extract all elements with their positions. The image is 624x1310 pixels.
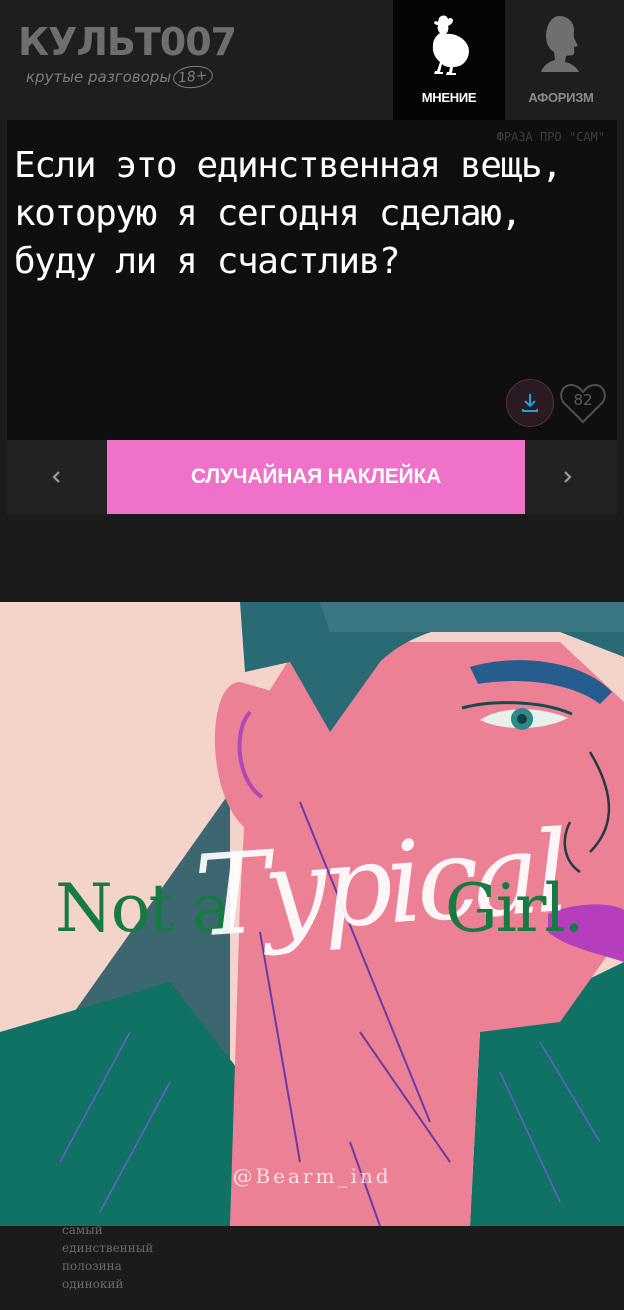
site-logo[interactable]: КУЛЬТ007 крутые разговоры 18+ — [18, 20, 237, 91]
tag-link[interactable]: одинокий — [62, 1275, 153, 1293]
download-icon — [522, 394, 538, 412]
logo-subtitle-text: крутые разговоры — [26, 68, 172, 86]
sticker-navigation: СЛУЧАЙНАЯ НАКЛЕЙКА — [7, 440, 617, 514]
like-count: 82 — [573, 391, 593, 409]
chicken-icon — [432, 15, 469, 75]
head-silhouette-icon — [541, 16, 579, 72]
tag-link[interactable]: единственный — [62, 1239, 153, 1257]
tab-aphorism-label: АФОРИЗМ — [528, 90, 594, 105]
prev-button[interactable] — [7, 440, 107, 514]
age-badge: 18+ — [172, 63, 214, 91]
logo-subtitle: крутые разговоры 18+ — [26, 63, 236, 91]
tag-list: самый единственный полозина одинокий — [62, 1221, 153, 1293]
like-button[interactable]: 82 — [559, 382, 607, 424]
next-button[interactable] — [517, 440, 617, 514]
tag-link[interactable]: самый — [62, 1221, 153, 1239]
tag-link[interactable]: полозина — [62, 1257, 153, 1275]
logo-title: КУЛЬТ007 — [18, 20, 237, 64]
quote-card: ФРАЗА ПРО "САМ" Если это единственная ве… — [7, 120, 617, 440]
chevron-left-icon — [52, 471, 60, 483]
site-header: КУЛЬТ007 крутые разговоры 18+ МНЕНИЕ АФО… — [0, 0, 624, 120]
quote-text: Если это единственная вещь, которую я се… — [14, 145, 563, 282]
tab-aphorism[interactable]: АФОРИЗМ — [505, 0, 617, 120]
download-button[interactable] — [506, 379, 554, 427]
artwork-text-girl: Girl. — [445, 870, 584, 947]
sticker-artwork: Not a Typical Girl. @Bearm_ind — [0, 602, 624, 1226]
chevron-right-icon — [564, 471, 572, 483]
artwork-credit: @Bearm_ind — [232, 1164, 392, 1188]
tab-opinion-label: МНЕНИЕ — [421, 90, 477, 105]
tab-opinion[interactable]: МНЕНИЕ — [393, 0, 505, 120]
random-sticker-button[interactable]: СЛУЧАЙНАЯ НАКЛЕЙКА — [107, 440, 525, 514]
